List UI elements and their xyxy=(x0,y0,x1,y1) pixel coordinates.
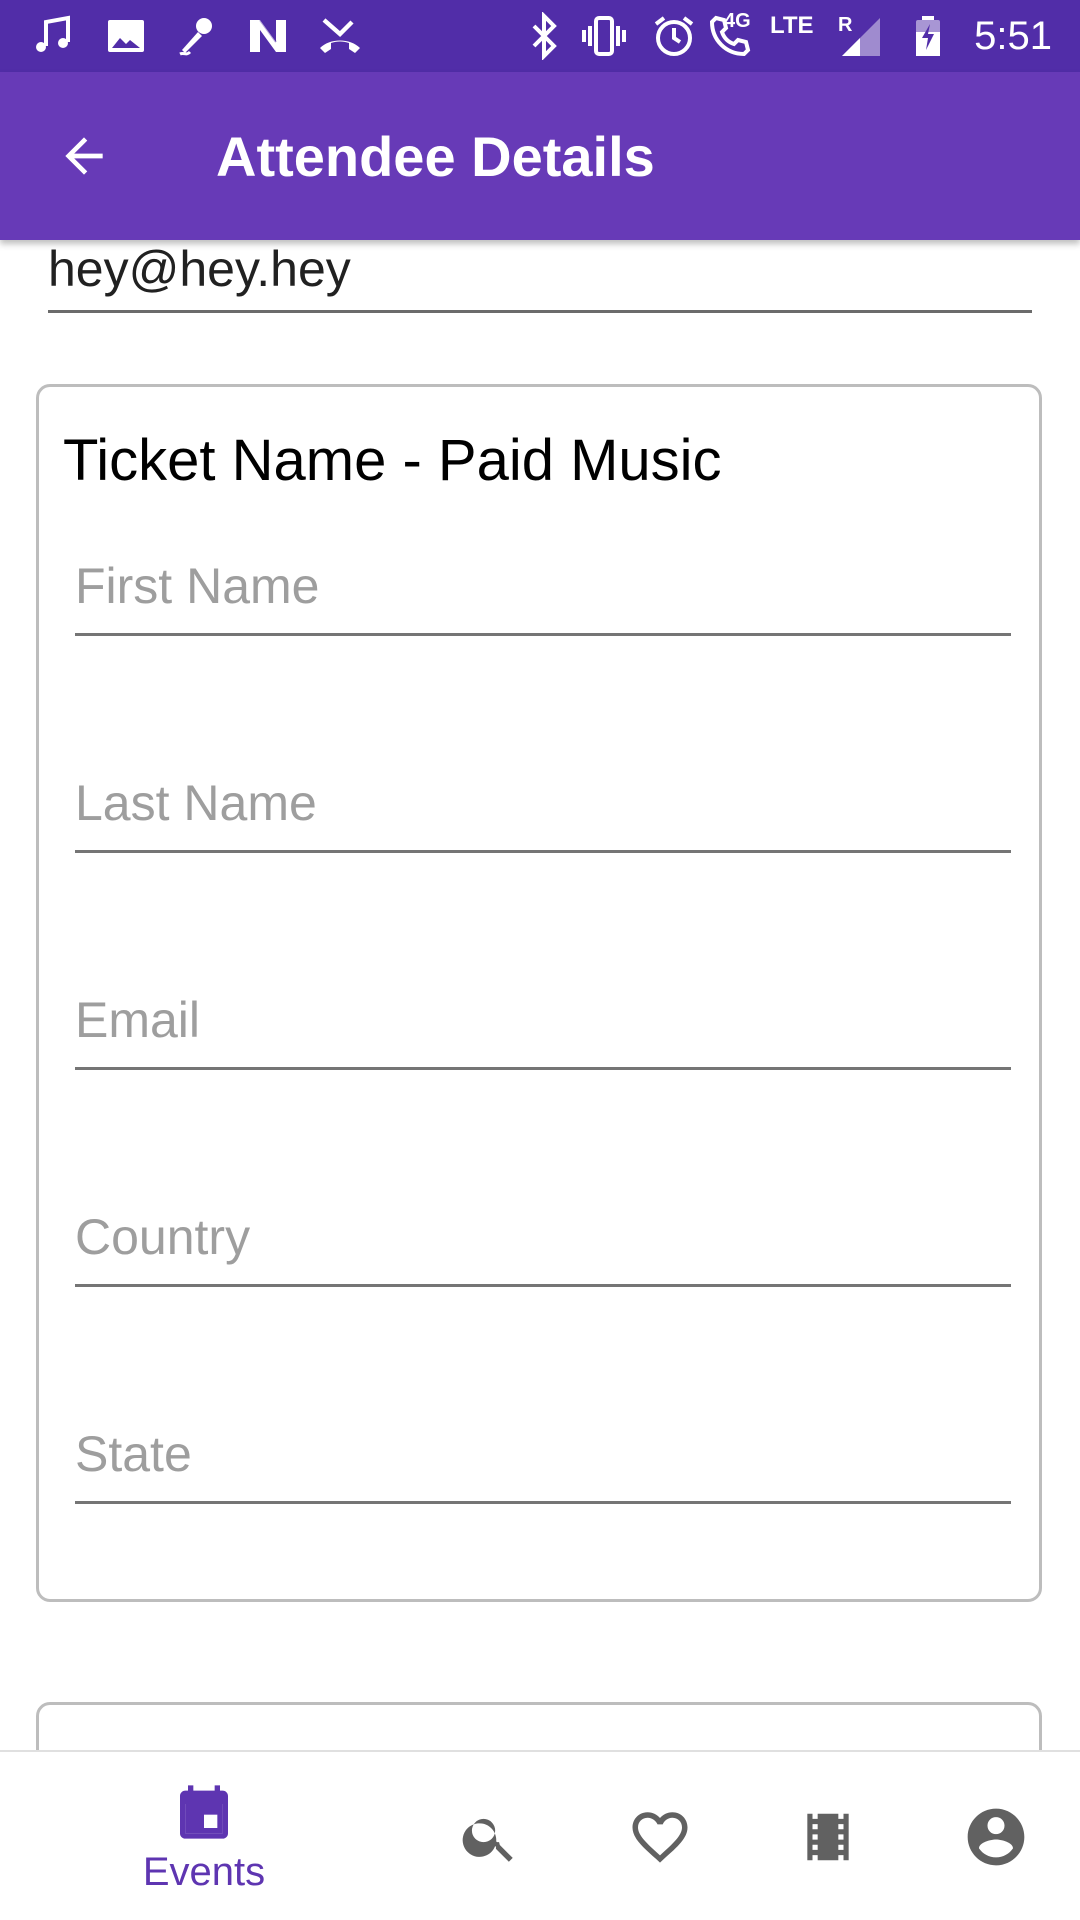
buyer-email-field[interactable]: hey@hey.hey xyxy=(48,240,1032,313)
search-icon xyxy=(462,1818,513,1862)
country-field[interactable]: Country xyxy=(75,1208,1011,1287)
last-name-placeholder: Last Name xyxy=(75,775,317,831)
n-app-icon xyxy=(244,12,292,60)
microphone-icon xyxy=(172,12,220,60)
nav-label-events: Events xyxy=(142,1849,266,1894)
missed-call-icon xyxy=(316,12,364,60)
first-name-placeholder: First Name xyxy=(75,558,320,614)
attendee-details-screen: 4G LTE R 5:51 Attendee Details hey@hey.h… xyxy=(0,0,1080,1920)
account-icon xyxy=(967,1808,1025,1866)
ticket-attendee-card: Ticket Name - Paid Music First Name Last… xyxy=(36,384,1042,1602)
alarm-icon xyxy=(650,12,698,60)
form-scroll-area[interactable]: hey@hey.hey Ticket Name - Paid Music Fir… xyxy=(0,240,1080,1750)
back-button[interactable] xyxy=(40,112,128,200)
heart-icon xyxy=(632,1812,688,1863)
email-placeholder: Email xyxy=(75,992,201,1048)
app-bar: Attendee Details xyxy=(0,72,1080,240)
state-placeholder: State xyxy=(75,1426,192,1482)
arrow-back-icon xyxy=(65,137,103,175)
music-note-icon xyxy=(30,12,78,60)
nav-item-profile[interactable] xyxy=(936,1752,1056,1920)
status-time: 5:51 xyxy=(974,14,1052,58)
nav-item-search[interactable] xyxy=(430,1752,550,1920)
nav-item-events[interactable]: Events xyxy=(104,1752,304,1920)
lte-label: LTE xyxy=(770,12,814,39)
email-field[interactable]: Email xyxy=(75,991,1011,1070)
bottom-navigation: Events xyxy=(0,1750,1080,1920)
page-title: Attendee Details xyxy=(216,125,655,188)
ticket-title: Ticket Name - Paid Music xyxy=(63,428,722,493)
status-bar: 4G LTE R 5:51 xyxy=(0,0,1080,72)
signal-icon xyxy=(836,12,884,60)
first-name-field[interactable]: First Name xyxy=(75,557,1011,636)
battery-charging-icon xyxy=(904,12,952,60)
nav-item-favorites[interactable] xyxy=(600,1752,720,1920)
state-field[interactable]: State xyxy=(75,1425,1011,1504)
vibrate-icon xyxy=(580,12,628,60)
country-placeholder: Country xyxy=(75,1209,251,1265)
nav-item-videos[interactable] xyxy=(768,1752,888,1920)
calendar-icon xyxy=(180,1784,228,1839)
bluetooth-icon xyxy=(520,12,568,60)
last-name-field[interactable]: Last Name xyxy=(75,774,1011,853)
buyer-email-value: hey@hey.hey xyxy=(48,241,351,297)
network-type-label: 4G xyxy=(724,10,751,32)
image-icon xyxy=(102,12,150,60)
next-attendee-card xyxy=(36,1702,1042,1750)
film-icon xyxy=(807,1813,849,1861)
